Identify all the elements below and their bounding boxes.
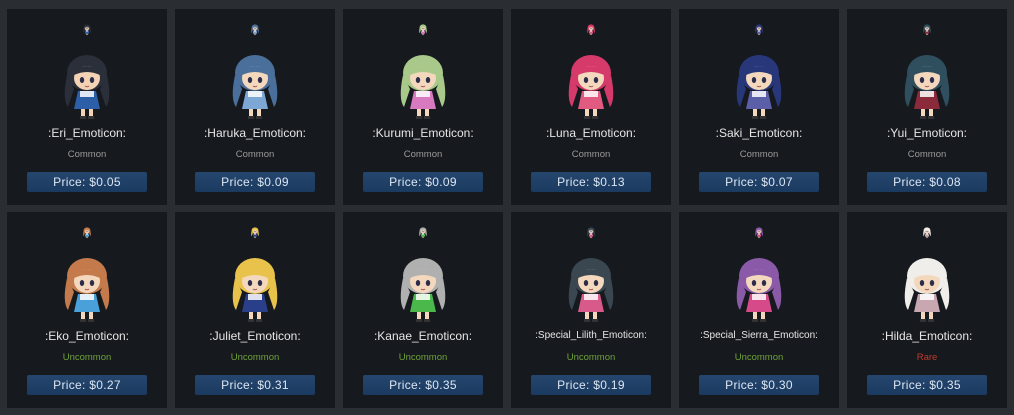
emoticon-card[interactable]: :Yui_Emoticon: Common Price: $0.08	[847, 9, 1007, 205]
emoticon-name: :Eko_Emoticon:	[44, 329, 130, 343]
emoticon-grid: :Eri_Emoticon: Common Price: $0.05 :Haruka…	[0, 0, 1014, 415]
price-value: $0.19	[593, 378, 625, 392]
emoticon-name: :Kurumi_Emoticon:	[372, 126, 474, 140]
price-prefix: Price:	[893, 175, 930, 189]
emoticon-small-preview	[81, 21, 93, 38]
price-prefix: Price:	[221, 378, 258, 392]
emoticon-small-preview	[753, 224, 765, 241]
price-prefix: Price:	[221, 175, 258, 189]
price-value: $0.35	[425, 378, 457, 392]
price-button[interactable]: Price: $0.09	[363, 172, 483, 192]
rarity-label: Common	[235, 149, 275, 160]
emoticon-large-preview	[724, 252, 794, 324]
price-value: $0.35	[929, 378, 961, 392]
emoticon-large-preview	[892, 49, 962, 121]
rarity-label: Uncommon	[230, 352, 280, 363]
price-button[interactable]: Price: $0.35	[867, 375, 987, 395]
emoticon-card[interactable]: :Juliet_Emoticon: Uncommon Price: $0.31	[175, 212, 335, 408]
emoticon-name: :Saki_Emoticon:	[715, 126, 803, 140]
emoticon-small-preview	[921, 224, 933, 241]
emoticon-small-preview	[417, 224, 429, 241]
emoticon-card[interactable]: :Kurumi_Emoticon: Common Price: $0.09	[343, 9, 503, 205]
emoticon-name: :Special_Sierra_Emoticon:	[700, 330, 818, 341]
emoticon-large-preview	[220, 252, 290, 324]
rarity-label: Rare	[916, 352, 938, 363]
emoticon-card[interactable]: :Eri_Emoticon: Common Price: $0.05	[7, 9, 167, 205]
emoticon-small-preview	[249, 224, 261, 241]
emoticon-small-preview	[81, 224, 93, 241]
emoticon-name: :Hilda_Emoticon:	[881, 329, 973, 343]
emoticon-small-preview	[753, 21, 765, 38]
emoticon-large-preview	[556, 49, 626, 121]
emoticon-large-preview	[892, 252, 962, 324]
emoticon-name: :Kanae_Emoticon:	[373, 329, 473, 343]
emoticon-small-preview	[921, 21, 933, 38]
emoticon-name: :Juliet_Emoticon:	[209, 329, 301, 343]
emoticon-card[interactable]: :Saki_Emoticon: Common Price: $0.07	[679, 9, 839, 205]
price-button[interactable]: Price: $0.13	[531, 172, 651, 192]
emoticon-large-preview	[724, 49, 794, 121]
emoticon-large-preview	[52, 49, 122, 121]
price-value: $0.09	[257, 175, 289, 189]
price-prefix: Price:	[389, 175, 426, 189]
price-button[interactable]: Price: $0.09	[195, 172, 315, 192]
emoticon-card[interactable]: :Luna_Emoticon: Common Price: $0.13	[511, 9, 671, 205]
rarity-label: Common	[739, 149, 779, 160]
emoticon-large-preview	[556, 252, 626, 324]
price-value: $0.13	[593, 175, 625, 189]
price-button[interactable]: Price: $0.30	[699, 375, 819, 395]
emoticon-card[interactable]: :Hilda_Emoticon: Rare Price: $0.35	[847, 212, 1007, 408]
price-prefix: Price:	[389, 378, 426, 392]
emoticon-card[interactable]: :Haruka_Emoticon: Common Price: $0.09	[175, 9, 335, 205]
emoticon-card[interactable]: :Special_Lilith_Emoticon: Uncommon Price: …	[511, 212, 671, 408]
price-button[interactable]: Price: $0.08	[867, 172, 987, 192]
price-button[interactable]: Price: $0.35	[363, 375, 483, 395]
rarity-label: Uncommon	[566, 352, 616, 363]
emoticon-name: :Special_Lilith_Emoticon:	[535, 330, 647, 341]
emoticon-small-preview	[249, 21, 261, 38]
price-value: $0.05	[89, 175, 121, 189]
emoticon-large-preview	[388, 252, 458, 324]
price-prefix: Price:	[725, 378, 762, 392]
emoticon-card[interactable]: :Kanae_Emoticon: Uncommon Price: $0.35	[343, 212, 503, 408]
price-value: $0.09	[425, 175, 457, 189]
price-prefix: Price:	[53, 378, 90, 392]
rarity-label: Common	[907, 149, 947, 160]
emoticon-name: :Luna_Emoticon:	[545, 126, 637, 140]
price-prefix: Price:	[557, 378, 594, 392]
emoticon-card[interactable]: :Special_Sierra_Emoticon: Uncommon Price: …	[679, 212, 839, 408]
price-button[interactable]: Price: $0.05	[27, 172, 147, 192]
price-value: $0.31	[257, 378, 289, 392]
emoticon-name: :Yui_Emoticon:	[886, 126, 968, 140]
price-prefix: Price:	[557, 175, 594, 189]
emoticon-large-preview	[52, 252, 122, 324]
emoticon-name: :Haruka_Emoticon:	[203, 126, 307, 140]
price-button[interactable]: Price: $0.19	[531, 375, 651, 395]
price-value: $0.30	[761, 378, 793, 392]
price-prefix: Price:	[893, 378, 930, 392]
rarity-label: Uncommon	[734, 352, 784, 363]
emoticon-card[interactable]: :Eko_Emoticon: Uncommon Price: $0.27	[7, 212, 167, 408]
emoticon-small-preview	[417, 21, 429, 38]
emoticon-small-preview	[585, 21, 597, 38]
price-prefix: Price:	[725, 175, 762, 189]
price-value: $0.27	[89, 378, 121, 392]
price-prefix: Price:	[53, 175, 90, 189]
price-button[interactable]: Price: $0.31	[195, 375, 315, 395]
price-button[interactable]: Price: $0.27	[27, 375, 147, 395]
emoticon-large-preview	[388, 49, 458, 121]
price-value: $0.07	[761, 175, 793, 189]
emoticon-name: :Eri_Emoticon:	[47, 126, 127, 140]
emoticon-small-preview	[585, 224, 597, 241]
rarity-label: Uncommon	[398, 352, 448, 363]
rarity-label: Common	[67, 149, 107, 160]
rarity-label: Common	[571, 149, 611, 160]
rarity-label: Common	[403, 149, 443, 160]
price-button[interactable]: Price: $0.07	[699, 172, 819, 192]
price-value: $0.08	[929, 175, 961, 189]
rarity-label: Uncommon	[62, 352, 112, 363]
emoticon-large-preview	[220, 49, 290, 121]
